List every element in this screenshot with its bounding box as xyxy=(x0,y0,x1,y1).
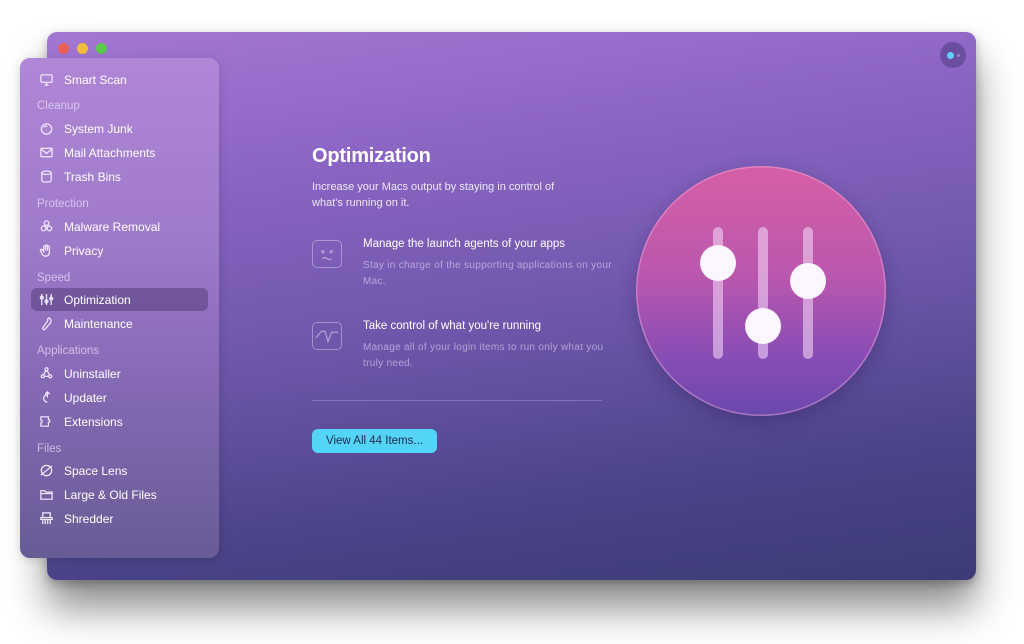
sidebar-item-shredder[interactable]: Shredder xyxy=(31,507,208,530)
sidebar-section-applications: Applications xyxy=(37,345,100,357)
sidebar-item-malware-removal[interactable]: Malware Removal xyxy=(31,215,208,238)
sidebar-item-label: Mail Attachments xyxy=(64,145,156,160)
assistant-button[interactable] xyxy=(940,42,966,68)
biohazard-icon xyxy=(38,219,54,235)
planet-icon xyxy=(38,463,54,479)
zoom-window-button[interactable] xyxy=(96,43,107,54)
sidebar-item-label: Large & Old Files xyxy=(64,487,157,502)
slider-knob xyxy=(790,263,826,299)
system-junk-icon xyxy=(38,121,54,137)
sliders-hero-icon xyxy=(636,166,886,416)
sidebar-item-system-junk[interactable]: System Junk xyxy=(31,117,208,140)
sidebar-item-label: Malware Removal xyxy=(64,219,161,234)
trash-bin-icon xyxy=(38,169,54,185)
sidebar-section-speed: Speed xyxy=(37,272,71,284)
envelope-icon xyxy=(38,145,54,161)
sidebar-item-label: Maintenance xyxy=(64,316,133,331)
sidebar-item-uninstaller[interactable]: Uninstaller xyxy=(31,362,208,385)
page-subtitle: Increase your Macs output by staying in … xyxy=(312,181,555,209)
folder-icon xyxy=(38,487,54,503)
traffic-lights xyxy=(58,43,107,54)
hand-icon xyxy=(38,243,54,259)
sidebar-section-cleanup: Cleanup xyxy=(37,100,80,112)
wrench-icon xyxy=(38,316,54,332)
activity-monitor-icon xyxy=(312,322,342,350)
assistant-orb-icon xyxy=(946,51,954,59)
sidebar-item-trash-bins[interactable]: Trash Bins xyxy=(31,165,208,188)
sidebar-item-label: Extensions xyxy=(64,414,123,429)
sidebar-section-protection: Protection xyxy=(37,198,89,210)
close-window-button[interactable] xyxy=(58,43,69,54)
sidebar-item-label: Privacy xyxy=(64,243,104,258)
sidebar-item-label: Shredder xyxy=(64,511,114,526)
slider-knob xyxy=(700,245,736,281)
divider xyxy=(312,400,602,401)
monitor-icon xyxy=(38,72,54,88)
sidebar-item-smart-scan[interactable]: Smart Scan xyxy=(31,68,208,91)
view-all-items-button[interactable]: View All 44 Items... xyxy=(312,429,437,453)
sidebar-item-label: Optimization xyxy=(64,292,131,307)
assistant-indicator-icon xyxy=(956,53,960,57)
feature-heading: Manage the launch agents of your apps xyxy=(363,238,566,250)
sidebar-item-large-old-files[interactable]: Large & Old Files xyxy=(31,483,208,506)
sidebar-item-label: Smart Scan xyxy=(64,72,127,87)
sidebar-item-extensions[interactable]: Extensions xyxy=(31,410,208,433)
sidebar-item-privacy[interactable]: Privacy xyxy=(31,239,208,262)
uninstaller-icon xyxy=(38,366,54,382)
page-title: Optimization xyxy=(312,145,431,167)
sidebar: Smart Scan Cleanup System Junk Mail Atta… xyxy=(20,58,219,558)
sidebar-section-files: Files xyxy=(37,443,62,455)
shredder-icon xyxy=(38,511,54,527)
sliders-icon xyxy=(38,292,54,308)
sidebar-item-updater[interactable]: Updater xyxy=(31,386,208,409)
sidebar-item-label: Uninstaller xyxy=(64,366,121,381)
sidebar-item-label: Space Lens xyxy=(64,463,128,478)
updater-arrow-icon xyxy=(38,390,54,406)
sidebar-item-label: Updater xyxy=(64,390,107,405)
slider-knob xyxy=(745,308,781,344)
puzzle-icon xyxy=(38,414,54,430)
sidebar-item-maintenance[interactable]: Maintenance xyxy=(31,312,208,335)
sidebar-item-mail-attachments[interactable]: Mail Attachments xyxy=(31,141,208,164)
minimize-window-button[interactable] xyxy=(77,43,88,54)
sidebar-item-label: System Junk xyxy=(64,121,133,136)
sidebar-item-space-lens[interactable]: Space Lens xyxy=(31,459,208,482)
sidebar-item-label: Trash Bins xyxy=(64,169,121,184)
feature-description: Manage all of your login items to run on… xyxy=(363,342,604,369)
feature-description: Stay in charge of the supporting applica… xyxy=(363,260,612,287)
dizzy-face-icon xyxy=(312,240,342,268)
sidebar-item-optimization[interactable]: Optimization xyxy=(31,288,208,311)
feature-heading: Take control of what you're running xyxy=(363,320,541,332)
